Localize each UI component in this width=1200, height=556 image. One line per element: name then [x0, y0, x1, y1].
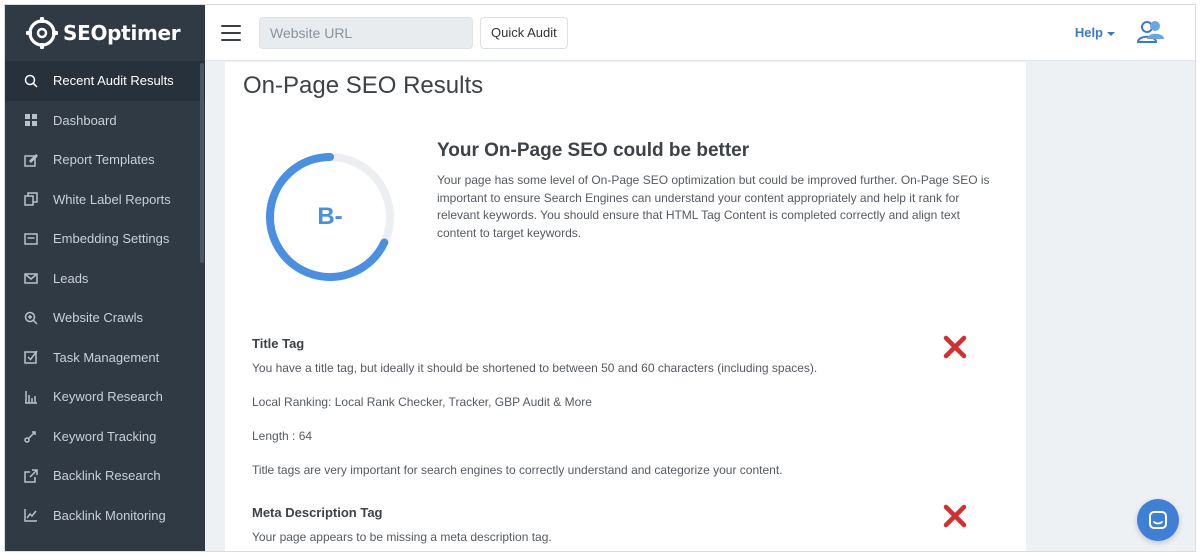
zoom-icon [23, 310, 39, 326]
sidebar-item-backlink-research[interactable]: Backlink Research [5, 456, 205, 496]
meta-description-section: Meta Description Tag Your page appears t… [252, 501, 972, 551]
grade-label: B- [317, 203, 343, 230]
help-dropdown[interactable]: Help [1075, 25, 1115, 40]
summary-line: important to ensure Search Engines can u… [437, 190, 960, 205]
dashboard-icon [23, 112, 39, 128]
logo-text: SEOptimer [63, 21, 181, 45]
app-window: SEOptimer Recent Audit Results Dashboard… [4, 4, 1196, 552]
summary-text: Your page has some level of On-Page SEO … [437, 172, 1012, 242]
sidebar-item-website-crawls[interactable]: Website Crawls [5, 298, 205, 338]
sidebar-item-dashboard[interactable]: Dashboard [5, 101, 205, 141]
caret-down-icon [1107, 31, 1115, 36]
sidebar-item-label: Task Management [53, 349, 160, 365]
sidebar: SEOptimer Recent Audit Results Dashboard… [5, 5, 205, 551]
sidebar-nav: Recent Audit Results Dashboard Report Te… [5, 61, 205, 535]
embed-icon [23, 231, 39, 247]
fail-x-icon [942, 503, 968, 529]
sidebar-item-label: Embedding Settings [53, 231, 170, 247]
bar-chart-icon [23, 389, 39, 405]
chat-icon [1149, 511, 1167, 529]
mail-icon [23, 270, 39, 286]
help-label: Help [1074, 25, 1103, 40]
title-tag-value: Local Ranking: Local Rank Checker, Track… [252, 395, 592, 409]
copy-icon [23, 191, 39, 207]
topbar: Quick Audit Help [205, 5, 1195, 61]
title-tag-text: You have a title tag, but ideally it sho… [252, 361, 818, 375]
sidebar-item-white-label-reports[interactable]: White Label Reports [5, 180, 205, 220]
sidebar-item-label: Dashboard [53, 112, 117, 128]
title-tag-length: Length : 64 [252, 429, 313, 443]
summary-line: relevant keywords. You should ensure tha… [437, 208, 960, 222]
users-icon[interactable] [1137, 19, 1165, 45]
quick-audit-button[interactable]: Quick Audit [480, 16, 568, 49]
sidebar-item-embedding-settings[interactable]: Embedding Settings [5, 219, 205, 259]
sidebar-item-keyword-tracking[interactable]: Keyword Tracking [5, 417, 205, 457]
sidebar-item-label: White Label Reports [53, 191, 171, 207]
search-icon [23, 73, 39, 89]
checkbox-icon [23, 349, 39, 365]
logo[interactable]: SEOptimer [5, 5, 205, 61]
sidebar-item-keyword-research[interactable]: Keyword Research [5, 377, 205, 417]
fail-x-icon [942, 334, 968, 360]
tracking-icon [23, 428, 39, 444]
line-chart-icon [23, 507, 39, 523]
summary-title: Your On-Page SEO could be better [437, 140, 750, 161]
sidebar-item-backlink-monitoring[interactable]: Backlink Monitoring [5, 496, 205, 536]
sidebar-item-label: Backlink Research [53, 468, 161, 484]
sidebar-item-label: Backlink Monitoring [53, 507, 166, 523]
summary-line: content to target keywords. [437, 225, 582, 240]
menu-toggle-icon[interactable] [221, 24, 241, 41]
external-link-icon [23, 468, 39, 484]
sidebar-scrollbar[interactable] [200, 63, 204, 263]
page-title: On-Page SEO Results [243, 72, 484, 99]
sidebar-item-label: Recent Audit Results [53, 73, 174, 89]
sidebar-item-label: Website Crawls [53, 310, 144, 326]
sidebar-item-task-management[interactable]: Task Management [5, 338, 205, 378]
sidebar-item-label: Keyword Research [53, 389, 163, 405]
edit-icon [23, 152, 39, 168]
chat-launcher-button[interactable] [1137, 499, 1179, 541]
website-url-input[interactable] [259, 16, 473, 49]
sidebar-item-label: Report Templates [53, 152, 155, 168]
sidebar-item-label: Leads [53, 270, 89, 286]
summary-line: Your page has some level of On-Page SEO … [437, 173, 990, 187]
title-tag-info: Title tags are very important for search… [252, 463, 783, 477]
title-tag-section: Title Tag You have a title tag, but idea… [252, 332, 972, 482]
sidebar-item-label: Keyword Tracking [53, 428, 157, 444]
meta-description-heading: Meta Description Tag [252, 505, 383, 520]
on-page-seo-card: On-Page SEO Results B- Your On-Page SEO … [225, 62, 1026, 551]
logo-gear-icon [26, 17, 58, 49]
sidebar-item-report-templates[interactable]: Report Templates [5, 140, 205, 180]
title-tag-heading: Title Tag [252, 336, 305, 351]
sidebar-item-leads[interactable]: Leads [5, 259, 205, 299]
meta-description-text: Your page appears to be missing a meta d… [252, 530, 552, 544]
main-content: On-Page SEO Results B- Your On-Page SEO … [205, 62, 1195, 551]
sidebar-item-recent-audit-results[interactable]: Recent Audit Results [5, 61, 205, 101]
